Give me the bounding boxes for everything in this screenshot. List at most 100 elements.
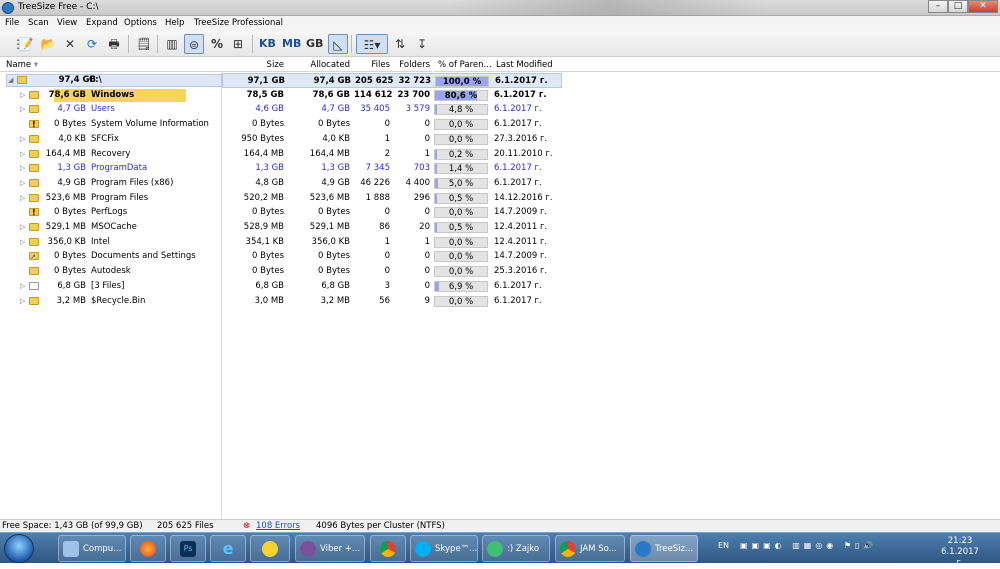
minimize-button[interactable]: – xyxy=(928,0,948,13)
tree-row[interactable]: ◢ 97,4 GB C:\ xyxy=(0,73,222,88)
details-row[interactable]: 354,1 KB 356,0 KB 1 1 0,0 % 12.4.2011 г. xyxy=(222,235,562,250)
taskbar-item-chat[interactable]: :) Zajko xyxy=(482,535,550,562)
details-row[interactable]: 4,6 GB 4,7 GB 35 405 3 579 4,8 % 6.1.201… xyxy=(222,102,562,117)
expand-arrow-icon[interactable]: ▷ xyxy=(20,147,25,162)
menu-file[interactable]: File xyxy=(5,18,19,28)
language-indicator[interactable]: EN xyxy=(718,541,729,550)
details-row[interactable]: 0 Bytes 0 Bytes 0 0 0,0 % 6.1.2017 г. xyxy=(222,117,562,132)
menu-scan[interactable]: Scan xyxy=(28,18,49,28)
details-row[interactable]: 3,0 MB 3,2 MB 56 9 0,0 % 6.1.2017 г. xyxy=(222,294,562,309)
size-view-icon[interactable]: ▥ xyxy=(162,34,182,54)
details-row[interactable]: 1,3 GB 1,3 GB 7 345 703 1,4 % 6.1.2017 г… xyxy=(222,161,562,176)
menu-view[interactable]: View xyxy=(57,18,77,28)
expand-arrow-icon[interactable]: ▷ xyxy=(20,88,25,103)
details-row[interactable]: 4,8 GB 4,9 GB 46 226 4 400 5,0 % 6.1.201… xyxy=(222,176,562,191)
tree-row[interactable]: 0 Bytes Autodesk xyxy=(0,264,222,279)
tray-icons[interactable]: ▣▣▣◐ ▥▦◎◉ ⚑▯🔊 xyxy=(740,541,877,550)
print-icon[interactable]: 🖶 xyxy=(104,34,124,54)
taskbar-item-skype[interactable]: Skype™... xyxy=(410,535,478,562)
select-directory-icon[interactable]: 📝 xyxy=(16,34,36,54)
unit-gb-button[interactable]: GB xyxy=(306,37,323,50)
folder-icon xyxy=(29,134,39,143)
tree-row[interactable]: ▷ 4,9 GB Program Files (x86) xyxy=(0,176,222,191)
expand-arrow-icon[interactable]: ▷ xyxy=(20,176,25,191)
expand-arrow-icon[interactable]: ▷ xyxy=(20,294,25,309)
allocated-space-icon[interactable]: ⊜ xyxy=(184,34,204,54)
details-row[interactable]: 520,2 MB 523,6 MB 1 888 296 0,5 % 14.12.… xyxy=(222,191,562,206)
percent-bar: 0,2 % xyxy=(434,148,488,160)
tree-row[interactable]: ▷ 1,3 GB ProgramData xyxy=(0,161,222,176)
taskbar-firefox[interactable] xyxy=(130,535,166,562)
column-header-name[interactable]: Name ▾ xyxy=(0,58,222,72)
auto-unit-icon[interactable]: ◺ xyxy=(328,34,348,54)
tree-row[interactable]: ▷ 523,6 MB Program Files xyxy=(0,191,222,206)
errors-link[interactable]: 108 Errors xyxy=(256,521,300,531)
tree-row[interactable]: ▷ 4,0 KB SFCFix xyxy=(0,132,222,147)
tree-row[interactable]: ▷ 78,6 GB Windows xyxy=(0,88,222,103)
tree-row[interactable]: ▷ 3,2 MB $Recycle.Bin xyxy=(0,294,222,309)
file-count-icon[interactable]: ⊞ xyxy=(228,34,248,54)
details-row[interactable]: 528,9 MB 529,1 MB 86 20 0,5 % 12.4.2011 … xyxy=(222,220,562,235)
maximize-button[interactable]: □ xyxy=(948,0,968,13)
expand-arrow-icon[interactable]: ◢ xyxy=(8,73,13,88)
close-button[interactable]: ✕ xyxy=(968,0,998,13)
stop-icon[interactable]: ✕ xyxy=(60,34,80,54)
start-button[interactable] xyxy=(4,534,34,563)
percent-bar-fill xyxy=(435,178,438,188)
save-icon[interactable]: 🗒 xyxy=(134,34,154,54)
menu-options[interactable]: Options xyxy=(124,18,157,28)
taskbar-internet-explorer[interactable]: e xyxy=(210,535,246,562)
menu-expand[interactable]: Expand xyxy=(86,18,118,28)
expand-arrow-icon[interactable]: ▷ xyxy=(20,161,25,176)
clock[interactable]: 21:23 6.1.2017 г. xyxy=(940,536,980,569)
taskbar-photoshop[interactable]: Ps xyxy=(170,535,206,562)
details-row[interactable]: 6,8 GB 6,8 GB 3 0 6,9 % 6.1.2017 г. xyxy=(222,279,562,294)
tree-size: 78,6 GB xyxy=(48,89,86,100)
details-row[interactable]: 97,1 GB 97,4 GB 205 625 32 723 100,0 % 6… xyxy=(222,73,562,88)
unit-kb-button[interactable]: KB xyxy=(259,37,276,50)
expand-arrow-icon[interactable]: ▷ xyxy=(20,279,25,294)
taskbar-item-jam[interactable]: JAM So... xyxy=(555,535,625,562)
expand-arrow-icon[interactable]: ▷ xyxy=(20,102,25,117)
tree-row[interactable]: 0 Bytes System Volume Information xyxy=(0,117,222,133)
menu-treesize-professional[interactable]: TreeSize Professional xyxy=(194,18,283,28)
taskbar-item-treesize[interactable]: TreeSiz... xyxy=(630,535,698,562)
percent-bar: 0,0 % xyxy=(434,207,488,219)
expand-arrow-icon[interactable]: ▷ xyxy=(20,132,25,147)
taskbar-item-viber[interactable]: Viber +... xyxy=(295,535,365,562)
tree-row[interactable]: ▷ 4,7 GB Users xyxy=(0,102,222,117)
taskbar-item-computer[interactable]: Compu... xyxy=(58,535,126,562)
tree-row[interactable]: ▷ 356,0 KB Intel xyxy=(0,235,222,250)
percent-button[interactable]: % xyxy=(207,34,227,54)
expand-arrow-icon[interactable]: ▷ xyxy=(20,220,25,235)
unit-mb-button[interactable]: MB xyxy=(282,37,301,50)
taskbar-smiley-app[interactable] xyxy=(250,535,290,562)
column-header-percent[interactable]: % of Paren... xyxy=(434,58,492,72)
scan-folder-icon[interactable]: 📂 xyxy=(38,34,58,54)
tree-row[interactable]: ▷ 164,4 MB Recovery xyxy=(0,147,222,162)
tree-row[interactable]: ▷ 529,1 MB MSOCache xyxy=(0,220,222,235)
columns-dropdown-icon[interactable]: ☷▾ xyxy=(356,34,388,54)
sort-by-size-icon[interactable]: ↧ xyxy=(412,34,432,54)
column-header-files[interactable]: Files xyxy=(354,58,394,72)
details-row[interactable]: 78,5 GB 78,6 GB 114 612 23 700 80,6 % 6.… xyxy=(222,88,562,103)
menu-help[interactable]: Help xyxy=(165,18,184,28)
tree-row[interactable]: 0 Bytes PerfLogs xyxy=(0,205,222,221)
taskbar-chrome[interactable] xyxy=(370,535,406,562)
sort-by-name-icon[interactable]: ⇅ xyxy=(390,34,410,54)
expand-arrow-icon[interactable]: ▷ xyxy=(20,235,25,250)
column-header-last-modified[interactable]: Last Modified xyxy=(492,58,1000,72)
expand-arrow-icon[interactable]: ▷ xyxy=(20,191,25,206)
tree-row[interactable]: ▷ 6,8 GB [3 Files] xyxy=(0,279,222,294)
details-row[interactable]: 0 Bytes 0 Bytes 0 0 0,0 % 14.7.2009 г. xyxy=(222,205,562,220)
column-header-folders[interactable]: Folders xyxy=(394,58,432,72)
details-row[interactable]: 0 Bytes 0 Bytes 0 0 0,0 % 14.7.2009 г. xyxy=(222,249,562,264)
refresh-icon[interactable]: ⟳ xyxy=(82,34,102,54)
column-header-allocated[interactable]: Allocated xyxy=(288,58,354,72)
modified-cell: 12.4.2011 г. xyxy=(494,222,548,232)
tree-row[interactable]: 0 Bytes Documents and Settings xyxy=(0,249,222,265)
details-row[interactable]: 0 Bytes 0 Bytes 0 0 0,0 % 25.3.2016 г. xyxy=(222,264,562,279)
details-row[interactable]: 950 Bytes 4,0 KB 1 0 0,0 % 27.3.2016 г. xyxy=(222,132,562,147)
details-row[interactable]: 164,4 MB 164,4 MB 2 1 0,2 % 20.11.2010 г… xyxy=(222,147,562,162)
column-header-size[interactable]: Size xyxy=(222,58,288,72)
